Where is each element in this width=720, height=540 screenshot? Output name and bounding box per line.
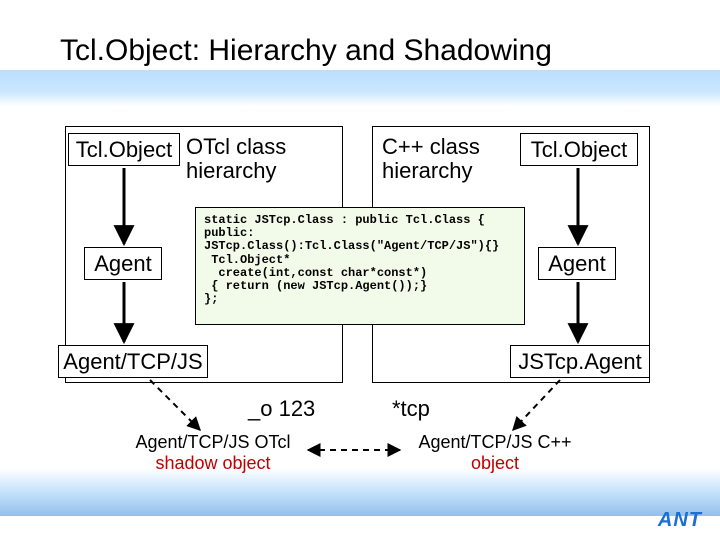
cpp-node-jstcpagent: JSTcp.Agent (510, 345, 650, 378)
cpp-object-caption-l2: object (400, 453, 590, 474)
otcl-shadow-caption: Agent/TCP/JS OTcl shadow object (118, 432, 308, 474)
arrow-otcl-to-shadow (150, 380, 200, 430)
instance-id-cpp: *tcp (392, 396, 430, 422)
footer-logo: ANT (658, 509, 702, 532)
slide: Tcl.Object: Hierarchy and Shadowing OTcl… (0, 0, 720, 540)
decor-ribbon-top (0, 70, 720, 106)
cpp-object-caption-l1: Agent/TCP/JS C++ (400, 432, 590, 453)
cpp-node-tclobject: Tcl.Object (520, 133, 638, 166)
otcl-shadow-caption-l1: Agent/TCP/JS OTcl (118, 432, 308, 453)
code-listing: static JSTcp.Class : public Tcl.Class { … (195, 207, 525, 325)
cpp-object-caption: Agent/TCP/JS C++ object (400, 432, 590, 474)
instance-id-otcl: _o 123 (248, 396, 315, 422)
arrow-cpp-to-object (513, 380, 560, 430)
otcl-node-agenttcpjs: Agent/TCP/JS (58, 345, 208, 378)
cpp-node-agent: Agent (538, 247, 616, 280)
slide-title: Tcl.Object: Hierarchy and Shadowing (60, 34, 552, 68)
decor-ribbon-bottom (0, 468, 720, 516)
otcl-shadow-caption-l2: shadow object (118, 453, 308, 474)
otcl-node-agent: Agent (84, 247, 162, 280)
otcl-node-tclobject: Tcl.Object (68, 133, 180, 166)
